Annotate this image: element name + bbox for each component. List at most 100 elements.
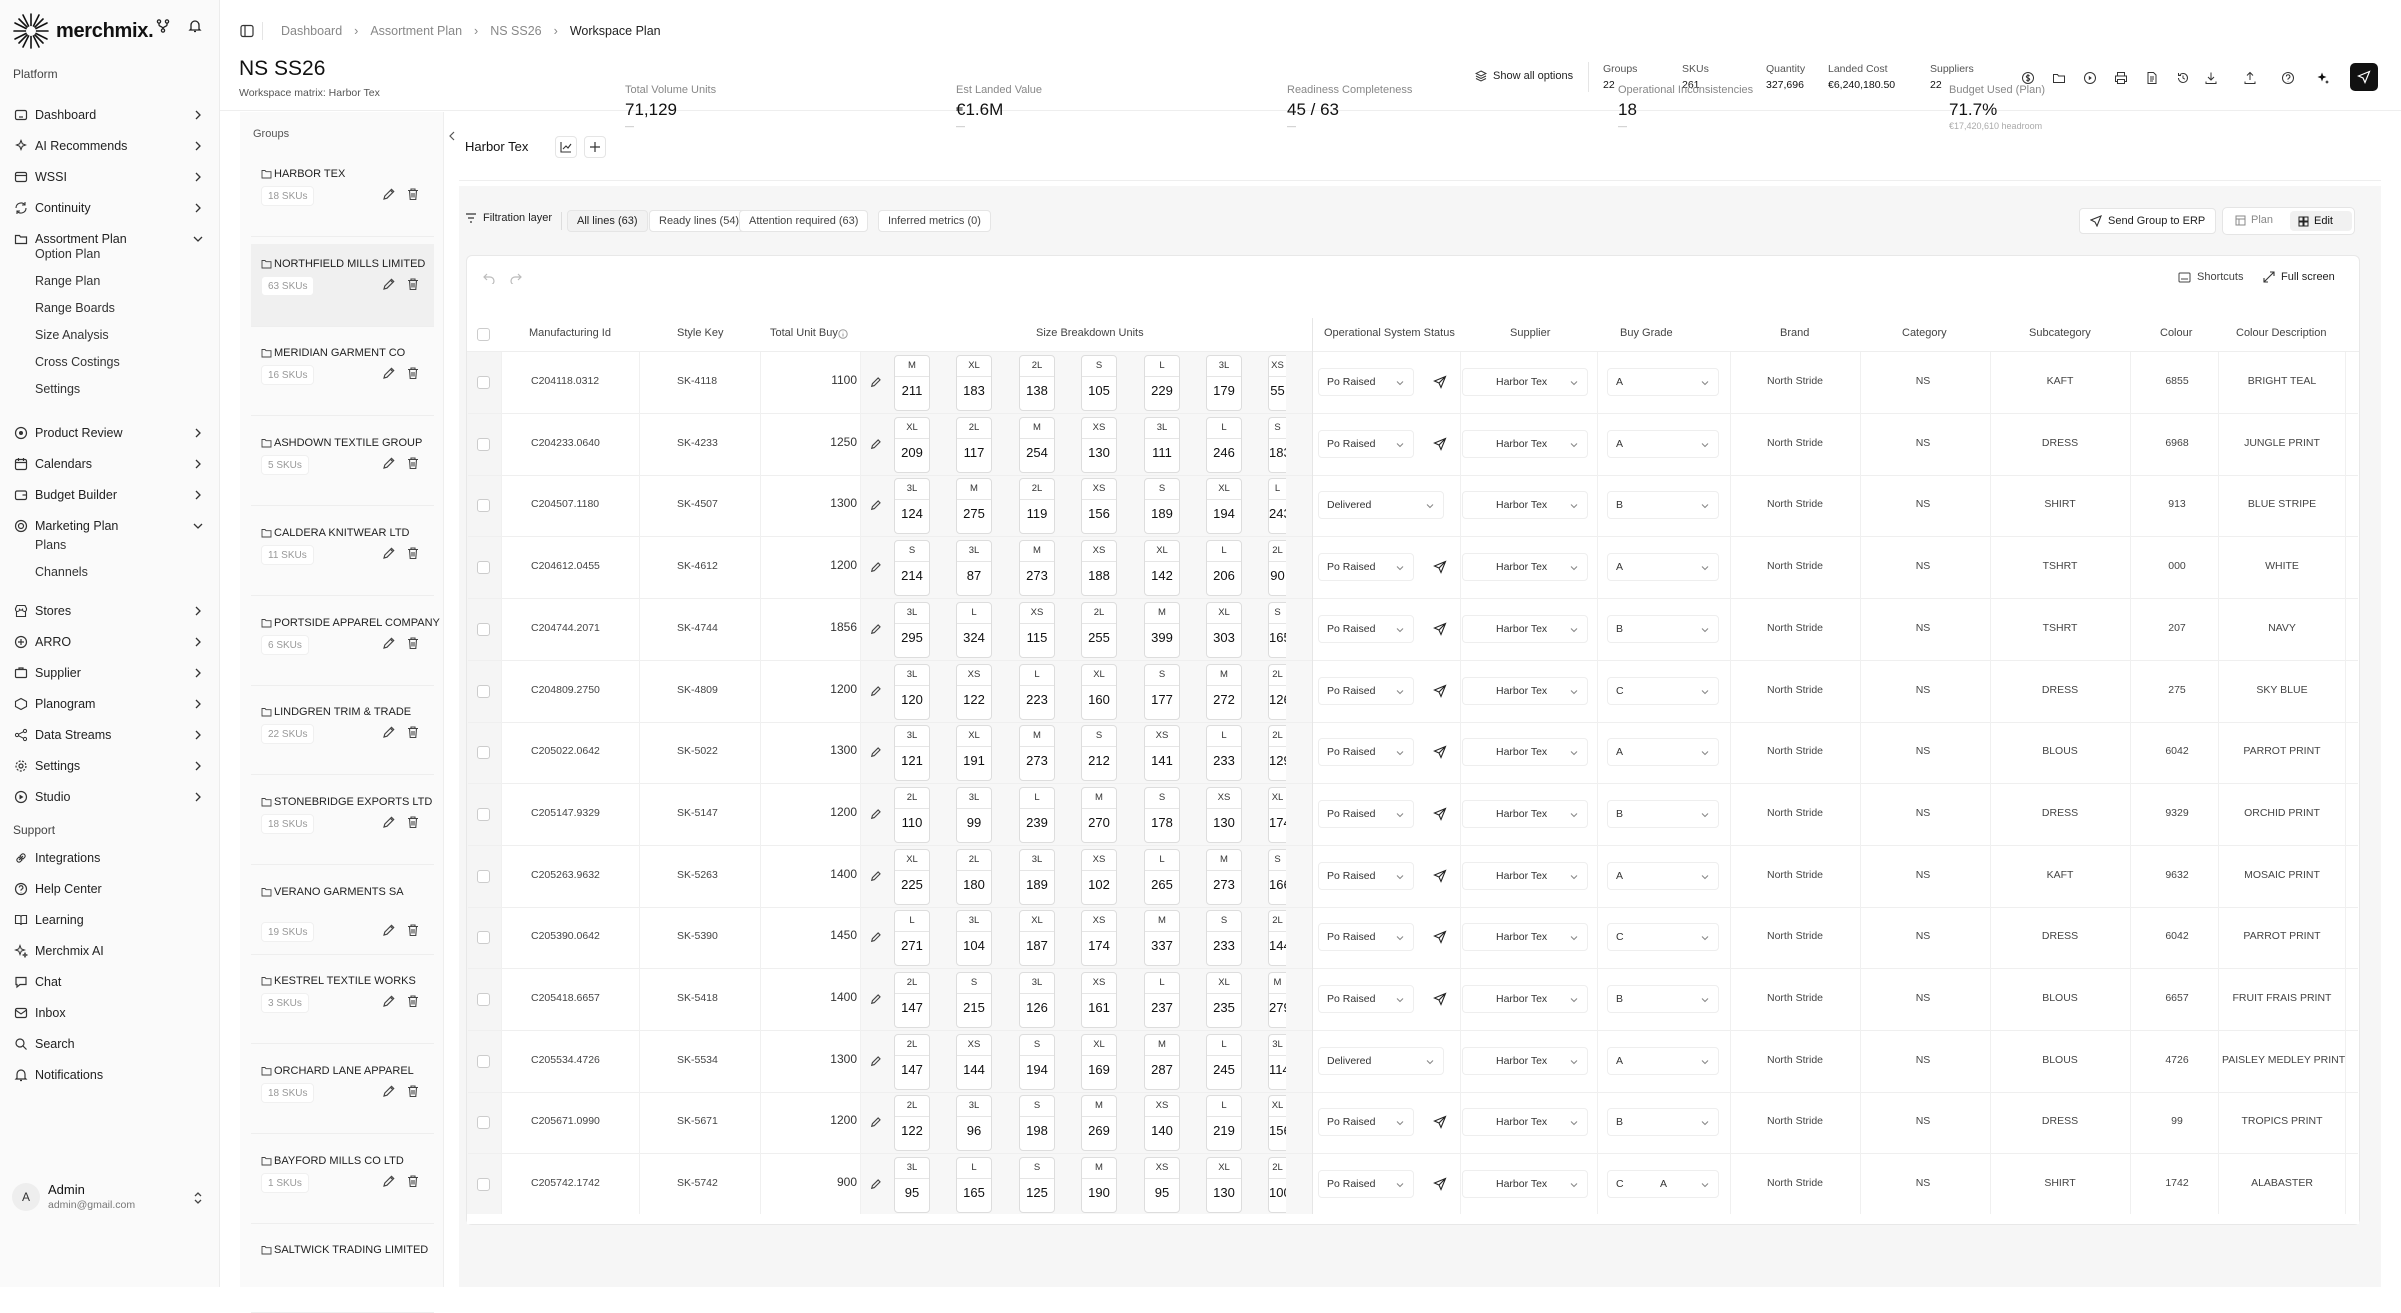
buy-grade-select[interactable]: B [1607,491,1719,520]
size-cell[interactable]: XS 141 [1144,725,1180,782]
size-cell[interactable]: M 269 [1081,1095,1117,1152]
sidebar-subitem-cross-costings[interactable]: Cross Costings [35,355,120,369]
size-cell[interactable]: XS 55 [1268,355,1286,411]
column-header-manufacturing-id[interactable]: Manufacturing Id [529,327,611,339]
size-cell[interactable]: XL 225 [894,848,930,905]
send-icon[interactable] [1433,745,1447,760]
pencil-icon[interactable] [870,870,882,882]
pencil-icon[interactable] [870,376,882,388]
size-cell[interactable]: XL 191 [956,725,992,782]
column-header-subcategory[interactable]: Subcategory [2029,327,2091,339]
user-menu[interactable]: A Admin admin@gmail.com [8,1180,212,1216]
total-unit-buy[interactable]: 1856 [780,620,857,634]
operational-status-select[interactable]: Po Raised [1318,1170,1414,1199]
filter-chip-all-lines[interactable]: All lines (63) [567,210,648,232]
sidebar-item-stores[interactable]: Stores [0,598,220,624]
pencil-icon[interactable] [870,1178,882,1190]
size-cell[interactable]: L 243 [1268,478,1286,535]
size-cell[interactable]: M 399 [1144,601,1180,658]
total-unit-buy[interactable]: 1300 [780,1052,857,1066]
row-checkbox[interactable] [477,807,490,821]
size-cell[interactable]: L 206 [1206,540,1242,597]
size-cell[interactable]: XS 144 [956,1033,992,1090]
collapse-panel-icon[interactable] [448,131,456,141]
size-cell[interactable]: 3L 99 [956,786,992,843]
row-checkbox[interactable] [477,561,490,575]
send-icon[interactable] [1433,1177,1447,1191]
size-cell[interactable]: 2L 122 [894,1095,930,1152]
group-card[interactable]: CALDERA KNITWEAR LTD 11 SKUs [251,513,434,596]
pencil-icon[interactable] [382,636,396,650]
sidebar-item-arro[interactable]: ARRO [0,629,220,655]
row-checkbox[interactable] [477,869,490,883]
size-cell[interactable]: L 239 [1019,786,1055,843]
size-cell[interactable]: XS 115 [1019,601,1055,658]
pencil-icon[interactable] [382,366,396,380]
size-cell[interactable]: L 233 [1206,725,1242,782]
group-card[interactable]: VERANO GARMENTS SA 19 SKUs [251,872,434,955]
operational-status-select[interactable]: Po Raised [1318,738,1414,767]
folder-button[interactable] [2048,67,2070,89]
column-header-operational-status[interactable]: Operational System Status [1324,327,1455,339]
sidebar-subitem-settings[interactable]: Settings [35,382,80,396]
size-cell[interactable]: 3L 124 [894,478,930,535]
sidebar-subitem-range-plan[interactable]: Range Plan [35,274,100,288]
operational-status-select[interactable]: Po Raised [1318,553,1414,582]
size-cell[interactable]: XS 188 [1081,540,1117,597]
size-cell[interactable]: L 271 [894,910,930,967]
pencil-icon[interactable] [870,931,882,943]
send-icon[interactable] [1433,375,1447,389]
size-cell[interactable]: 2L 90 [1268,540,1286,597]
operational-status-select[interactable]: Delivered [1318,1046,1444,1075]
sidebar-item-dashboard[interactable]: Dashboard [0,102,220,128]
size-cell[interactable]: XL 235 [1206,972,1242,1028]
row-checkbox[interactable] [477,376,490,389]
sidebar-item-calendars[interactable]: Calendars [0,451,220,477]
pencil-icon[interactable] [870,1116,882,1128]
size-cell[interactable]: L 223 [1019,663,1055,720]
sidebar-item-planogram[interactable]: Planogram [0,691,220,717]
total-unit-buy[interactable]: 1400 [780,867,857,881]
size-cell[interactable]: S 194 [1019,1033,1055,1090]
size-cell[interactable]: XL 303 [1206,601,1242,658]
group-card[interactable]: PORTSIDE APPAREL COMPANY 6 SKUs [251,603,440,686]
size-cell[interactable]: 2L 126 [1268,663,1286,720]
supplier-select[interactable]: Harbor Tex [1462,676,1588,705]
size-cell[interactable]: XL 209 [894,416,930,473]
total-unit-buy[interactable]: 1450 [780,928,857,942]
size-cell[interactable]: M 273 [1206,848,1242,905]
buy-grade-select[interactable]: B [1607,799,1719,828]
pencil-icon[interactable] [382,187,396,201]
total-unit-buy[interactable]: 1200 [780,1113,857,1127]
pencil-icon[interactable] [382,815,396,829]
operational-status-select[interactable]: Po Raised [1318,429,1414,458]
group-card[interactable]: SALTWICK TRADING LIMITED [251,1230,434,1313]
size-cell[interactable]: 3L 104 [956,910,992,967]
sidebar-item-continuity[interactable]: Continuity [0,195,220,221]
size-cell[interactable]: XL 169 [1081,1033,1117,1090]
total-unit-buy[interactable]: 1100 [780,373,857,387]
edit-view-button[interactable]: Edit [2290,211,2352,231]
operational-status-select[interactable]: Po Raised [1318,368,1414,396]
sidebar-subitem-size-analysis[interactable]: Size Analysis [35,328,109,342]
row-checkbox[interactable] [477,993,490,1006]
size-cell[interactable]: S 178 [1144,786,1180,843]
group-card[interactable]: MERIDIAN GARMENT CO 16 SKUs [251,333,434,417]
supplier-select[interactable]: Harbor Tex [1462,738,1588,767]
sidebar-item-data-streams[interactable]: Data Streams [0,722,220,748]
support-item-learning[interactable]: Learning [0,907,220,933]
send-icon[interactable] [1433,992,1447,1006]
group-card[interactable]: NORTHFIELD MILLS LIMITED 63 SKUs [251,243,434,327]
buy-grade-select[interactable]: B [1607,1108,1719,1137]
total-unit-buy[interactable]: 1200 [780,558,857,572]
row-checkbox[interactable] [477,684,490,698]
row-checkbox[interactable] [477,622,490,636]
operational-status-select[interactable]: Po Raised [1318,799,1414,828]
row-checkbox[interactable] [477,499,490,513]
size-cell[interactable]: XS 102 [1081,848,1117,905]
row-checkbox[interactable] [477,931,490,945]
column-header-total-unit-buy[interactable]: Total Unit Buy [770,327,838,339]
size-cell[interactable]: 2L 110 [894,786,930,843]
size-cell[interactable]: XL 156 [1268,1095,1286,1152]
buy-grade-select[interactable]: A [1607,553,1719,582]
